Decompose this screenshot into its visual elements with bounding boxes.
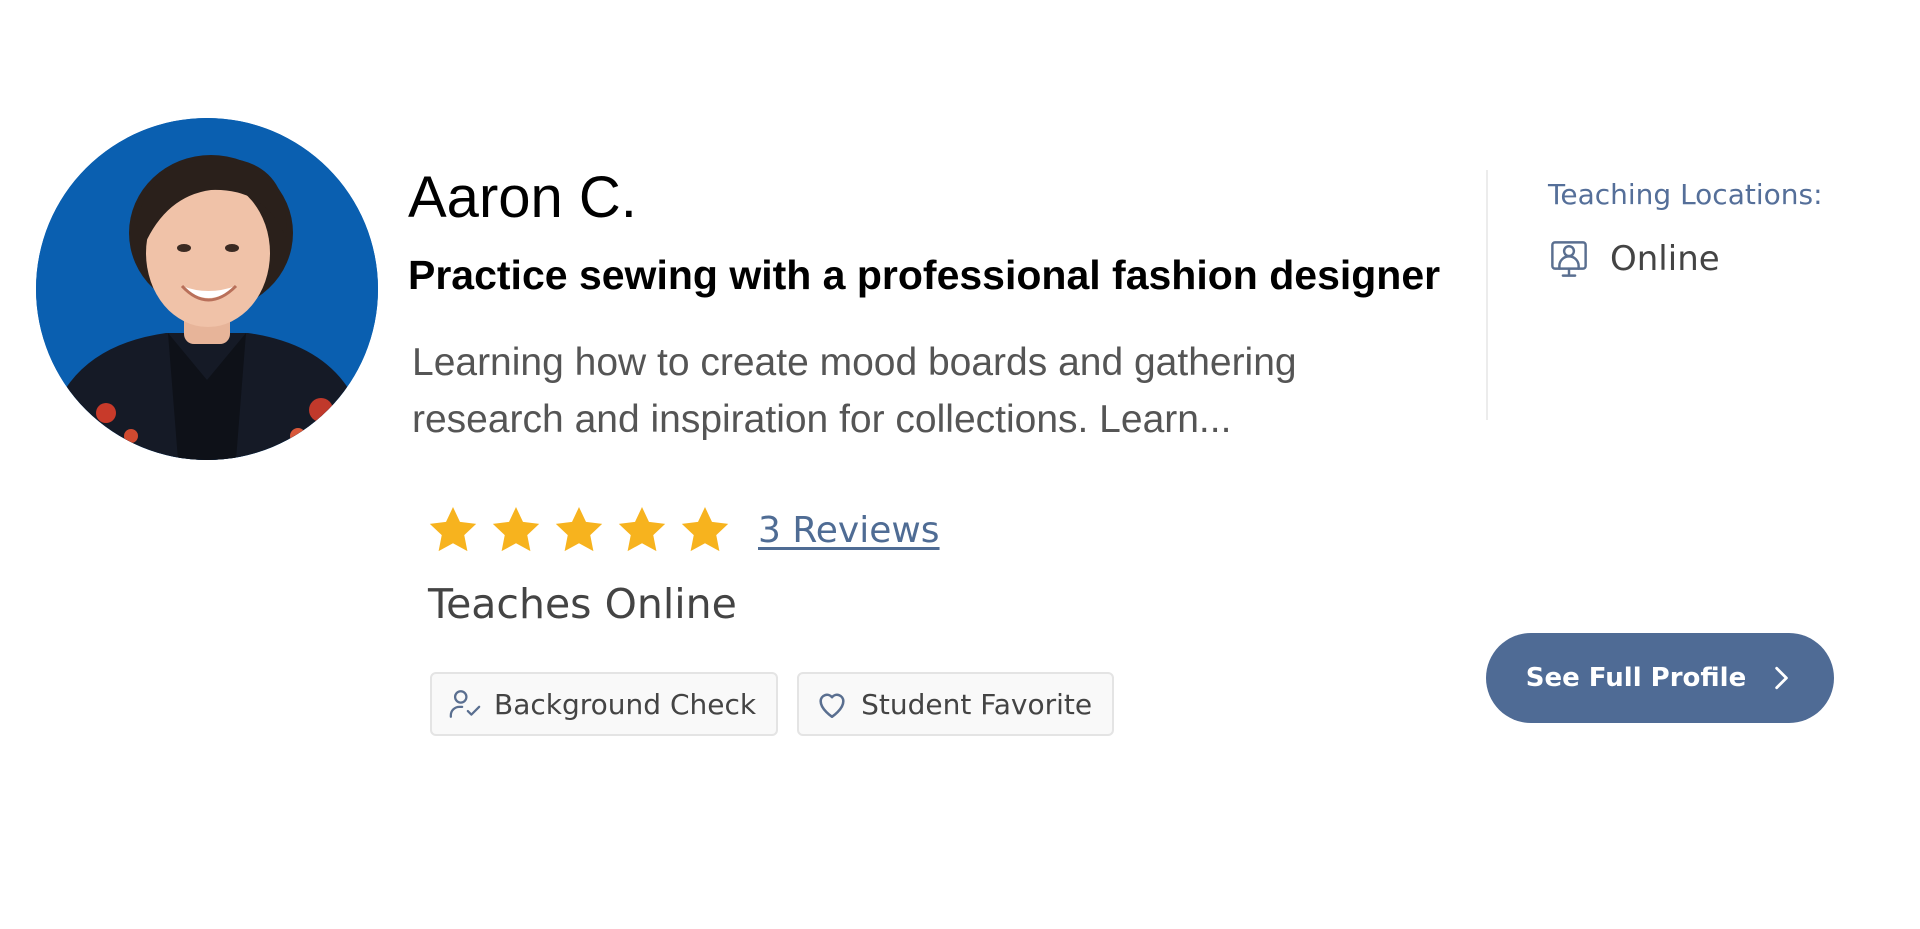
star-icon <box>429 507 477 552</box>
see-full-profile-button[interactable]: See Full Profile <box>1486 633 1834 723</box>
online-lesson-icon <box>1551 241 1587 277</box>
student-favorite-badge: Student Favorite <box>797 672 1115 736</box>
star-icon <box>681 507 729 552</box>
tutor-avatar <box>36 118 378 460</box>
see-full-profile-label: See Full Profile <box>1525 663 1747 693</box>
chevron-right-icon <box>1775 666 1789 690</box>
badge-label: Background Check <box>494 687 757 721</box>
tutor-description: Learning how to create mood boards and g… <box>412 341 1297 441</box>
vertical-divider <box>1486 170 1488 420</box>
tutor-headline: Practice sewing with a professional fash… <box>408 252 1441 298</box>
background-check-badge: Background Check <box>430 672 779 736</box>
person-check-icon <box>449 690 481 718</box>
badge-list: Background Check Student Favorite <box>430 672 1115 736</box>
teaching-locations-title: Teaching Locations: <box>1548 178 1823 211</box>
badge-label: Student Favorite <box>861 687 1093 721</box>
star-rating <box>426 503 732 557</box>
heart-icon <box>819 693 845 719</box>
location-item-online: Online <box>1548 238 1720 280</box>
reviews-link[interactable]: 3 Reviews <box>758 510 940 551</box>
rating-row: 3 Reviews <box>426 500 940 560</box>
tutor-name: Aaron C. <box>408 165 637 230</box>
star-icon <box>492 507 540 552</box>
location-label: Online <box>1610 239 1720 279</box>
teaches-mode: Teaches Online <box>428 580 737 628</box>
star-icon <box>618 507 666 552</box>
star-icon <box>555 507 603 552</box>
